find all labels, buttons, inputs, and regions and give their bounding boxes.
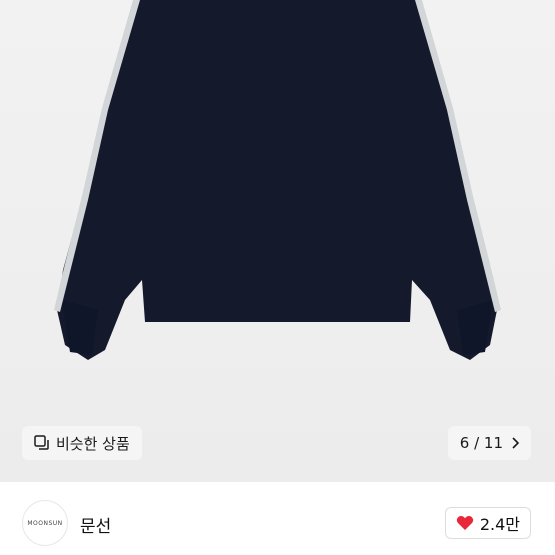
image-pagination[interactable]: 6 / 11 (447, 426, 531, 460)
heart-icon (456, 515, 473, 530)
similar-items-icon (34, 435, 49, 450)
seller-avatar[interactable]: MOONSUN (22, 500, 68, 546)
avatar-text: MOONSUN (27, 519, 63, 527)
chevron-right-icon (512, 437, 519, 449)
like-count: 2.4만 (479, 515, 520, 534)
seller-name[interactable]: 문선 (80, 512, 111, 537)
sweater-image (54, 0, 501, 360)
like-button[interactable]: 2.4만 (444, 507, 531, 539)
product-image-area[interactable]: 비슷한 상품 6 / 11 (0, 0, 555, 482)
pagination-text: 6 / 11 (459, 434, 503, 452)
similar-items-button[interactable]: 비슷한 상품 (22, 426, 142, 460)
similar-items-label: 비슷한 상품 (56, 434, 130, 453)
